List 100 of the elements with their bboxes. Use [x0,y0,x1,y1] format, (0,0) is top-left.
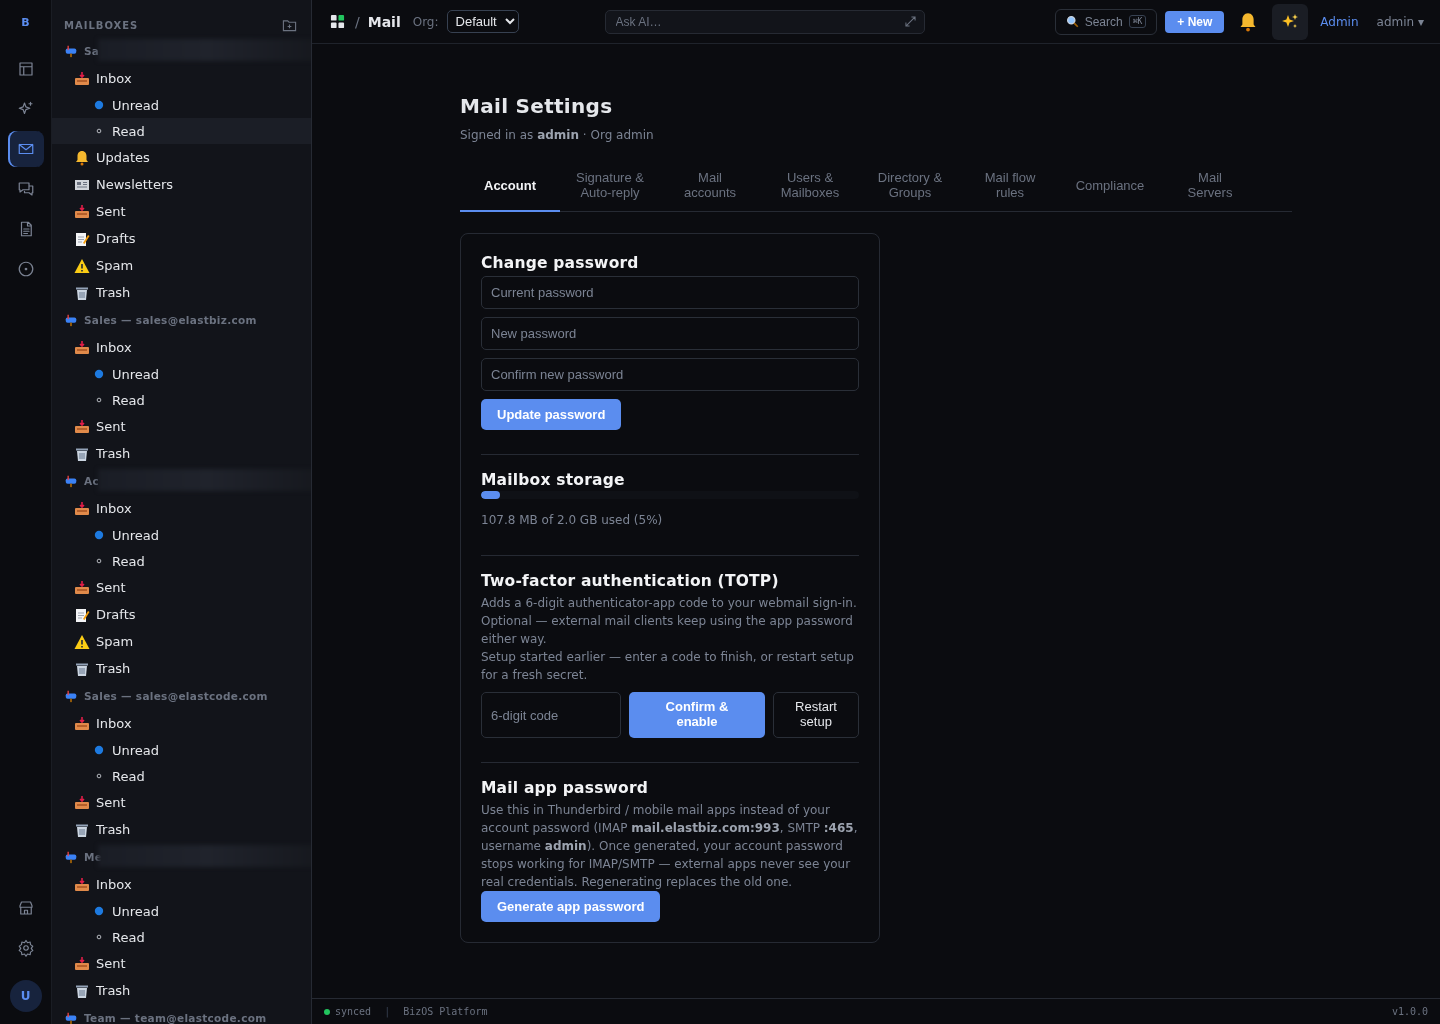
password-field[interactable]: New password [481,317,859,350]
expand-icon[interactable] [904,15,916,27]
folder-item[interactable]: Trash [52,816,311,843]
target-icon [16,260,35,278]
settings-tab[interactable]: Users & Mailboxes [760,162,860,212]
ai-assistant-button[interactable] [1272,3,1309,40]
folder-item[interactable]: Spam [52,252,311,279]
folder-item[interactable]: Newsletters [52,171,311,198]
folder-item[interactable]: Updates [52,144,311,171]
store-icon [16,899,35,917]
tray-icon [74,203,90,220]
tray-icon [74,955,90,972]
folder-item[interactable]: Sent [52,198,311,225]
mailbox-group-title[interactable]: Ac [84,475,99,487]
ask-ai-field[interactable]: Ask AI… [604,9,925,34]
folder-item[interactable]: Inbox [52,871,311,898]
folder-label: Trash [96,983,131,998]
folder-label: Sent [96,795,126,810]
folder-item[interactable]: Drafts [52,225,311,252]
memo-icon [74,230,90,247]
app-title: Mail [367,13,401,30]
app-grid-icon[interactable] [330,14,345,29]
folder-label: Trash [96,661,131,676]
settings-tab[interactable]: Signature & Auto-reply [560,162,660,212]
mailboxes-heading: MAILBOXES [64,20,139,31]
app-logo[interactable]: B [21,16,30,29]
folder-item[interactable]: Read [52,924,311,950]
settings-tab[interactable]: Account [460,162,560,212]
chat-icon [16,180,35,198]
totp-description: Adds a 6-digit authenticator-app code to your webmail sign-in. Optional — external mail clients keep using the app password either way. [481,595,858,648]
folder-item[interactable]: Unread [52,92,311,118]
user-menu[interactable]: admin ▾ [1376,14,1424,29]
restart-setup-button[interactable]: Restart setup [773,692,859,738]
folder-label: Updates [96,150,150,165]
code-field[interactable]: 6-digit code [481,692,621,738]
tray-icon [74,876,90,893]
folder-item[interactable]: Read [52,118,311,144]
read-ring-icon [94,932,104,942]
read-ring-icon [94,771,104,781]
new-folder-icon[interactable] [282,18,297,33]
mailbox-group-title[interactable]: Team — team@elastcode.com [84,1012,267,1024]
status-separator: | [384,1006,391,1017]
tray-icon [74,339,90,356]
folder-label: Trash [96,285,131,300]
folder-item[interactable]: Trash [52,440,311,467]
folder-item[interactable]: Inbox [52,710,311,737]
sync-status: synced [335,1006,372,1017]
folder-item[interactable]: Drafts [52,601,311,628]
mailbox-group-title[interactable]: Sales — sales@elastbiz.com [84,314,257,326]
org-select[interactable]: Default [446,10,519,33]
read-ring-icon [94,126,104,136]
table-icon [16,60,35,78]
folder-item[interactable]: Trash [52,977,311,1004]
bell-icon [74,149,90,166]
sync-status-dot [324,1008,330,1015]
settings-tab[interactable]: Directory & Groups [860,162,960,212]
folder-item[interactable]: Read [52,548,311,574]
folder-label: Inbox [96,877,132,892]
version-label: v1.0.0 [1391,1006,1428,1017]
signed-in-text: Signed in as admin · Org admin [460,128,655,142]
folder-item[interactable]: Sent [52,413,311,440]
tray-icon [74,794,90,811]
folder-item[interactable]: Sent [52,574,311,601]
folder-item[interactable]: Inbox [52,334,311,361]
password-field[interactable]: Confirm new password [481,358,859,391]
user-avatar[interactable]: U [9,980,42,1012]
app-password-description: Use this in Thunderbird / mobile mail apps instead of your account password (IMAP mail.elastbiz.com:993, SMTP :465, username admin). Once generated, your account password stops working for IMAP/SMTP — external apps never see your real credentials. Regenerating replaces the old one. [481,802,859,891]
folder-item[interactable]: Spam [52,628,311,655]
search-button[interactable]: Search ⌘K [1054,8,1158,35]
folder-item[interactable]: Inbox [52,65,311,92]
settings-tab[interactable]: Mail accounts [660,162,760,212]
settings-icon [16,939,35,957]
section-title: Mail app password [481,779,649,797]
folder-item[interactable]: Unread [52,361,311,387]
settings-tab[interactable]: Mail flow rules [960,162,1060,212]
folder-label: Read [112,929,145,945]
folder-item[interactable]: Trash [52,655,311,682]
shortcut-key: ⌘K [1128,15,1147,28]
folder-label: Inbox [96,716,132,731]
password-field[interactable]: Current password [481,276,859,309]
org-label: Org: [412,14,439,29]
folder-item[interactable]: Inbox [52,495,311,522]
folder-item[interactable]: Read [52,387,311,413]
folder-item[interactable]: Unread [52,737,311,763]
settings-tab[interactable]: Compliance [1060,162,1160,212]
folder-item[interactable]: Unread [52,522,311,548]
settings-tab[interactable]: Mail Servers [1160,162,1260,212]
mailbox-group-title[interactable]: Sa [84,45,100,57]
folder-item[interactable]: Sent [52,789,311,816]
mailbox-group-title[interactable]: Me [84,851,103,863]
mail-nav-button[interactable] [7,131,44,167]
folder-item[interactable]: Sent [52,950,311,977]
folder-label: Sent [96,204,126,219]
folder-item[interactable]: Unread [52,898,311,924]
tray-icon [74,715,90,732]
unread-dot-icon [94,906,104,916]
folder-item[interactable]: Trash [52,279,311,306]
mailbox-group-title[interactable]: Sales — sales@elastcode.com [84,690,268,702]
admin-link[interactable]: Admin [1320,14,1359,29]
folder-item[interactable]: Read [52,763,311,789]
